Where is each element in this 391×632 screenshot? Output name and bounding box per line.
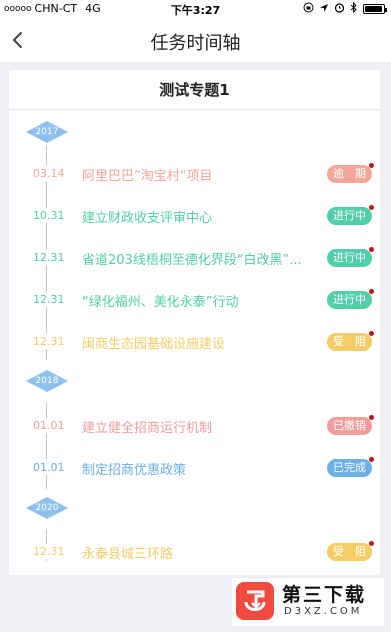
- year-label: 2020: [35, 503, 59, 513]
- unread-dot: [369, 415, 374, 420]
- item-title: 阿里巴巴”淘宝村“项目: [82, 169, 213, 184]
- status-badge: 逾 期: [327, 163, 374, 183]
- timeline-item[interactable]: 12.31 闽商生态园基础设施建设 受 阻: [9, 328, 380, 356]
- year-label: 2017: [35, 127, 59, 137]
- status-label: 受 阻: [333, 335, 366, 348]
- status-label: 受 阻: [333, 545, 366, 558]
- status-label: 进行中: [333, 251, 366, 264]
- timeline-item[interactable]: 03.14 阿里巴巴”淘宝村“项目 逾 期: [9, 160, 380, 188]
- status-badge: 受 阻: [327, 541, 374, 561]
- location-icon: [319, 3, 329, 16]
- year-marker: 2020: [26, 497, 68, 519]
- timeline-item[interactable]: 12.31 “绿化福州、美化永泰”行动 进行中: [9, 286, 380, 314]
- unread-dot: [369, 541, 374, 546]
- item-date: 12.31: [31, 292, 67, 307]
- item-date: 03.14: [31, 166, 67, 181]
- status-label: 已撤销: [333, 419, 366, 432]
- status-label: 进行中: [333, 209, 366, 222]
- alarm-icon: [334, 2, 345, 16]
- year-label: 2018: [35, 376, 59, 386]
- year-marker: 2018: [26, 370, 68, 392]
- unread-dot: [369, 247, 374, 252]
- item-title: 建立健全招商运行机制: [82, 421, 213, 436]
- status-badge: 进行中: [327, 289, 374, 309]
- timeline-item[interactable]: 10.31 建立财政收支评审中心 进行中: [9, 202, 380, 230]
- item-title: 永泰县城三环路: [82, 547, 174, 562]
- status-badge: 已撤销: [327, 415, 374, 435]
- timeline-item[interactable]: 12.31 永泰县城三环路 受 阻: [9, 538, 380, 566]
- item-title: 制定招商优惠政策: [82, 463, 187, 478]
- status-badge: 已完成: [327, 457, 374, 477]
- watermark-title: 第三下载: [282, 584, 367, 606]
- timeline-card: 测试专题1 2017 2018 2020 03.14 阿里巴巴”淘宝村“项目 逾…: [9, 70, 380, 575]
- item-title: 闽商生态园基础设施建设: [82, 337, 226, 352]
- card-title: 测试专题1: [9, 70, 380, 110]
- orientation-lock-icon: [303, 2, 314, 16]
- item-date: 01.01: [31, 418, 67, 433]
- unread-dot: [369, 331, 374, 336]
- timeline-item[interactable]: 12.31 省道203线梧桐至德化界段“白改黑”... 进行中: [9, 244, 380, 272]
- nav-bar: 任务时间轴: [0, 18, 391, 62]
- unread-dot: [369, 289, 374, 294]
- status-label: 逾 期: [333, 167, 366, 180]
- item-date: 12.31: [31, 250, 67, 265]
- status-badge: 受 阻: [327, 331, 374, 351]
- status-badge: 进行中: [327, 205, 374, 225]
- watermark: 第三下载 D3XZ.COM: [232, 578, 384, 626]
- item-date: 10.31: [31, 208, 67, 223]
- download-logo-icon: [236, 582, 274, 620]
- status-bar: ooooo CHN-CT 4G 下午3:27: [0, 0, 391, 18]
- timeline: 2017 2018 2020 03.14 阿里巴巴”淘宝村“项目 逾 期 10.…: [9, 111, 380, 571]
- unread-dot: [369, 205, 374, 210]
- page-title: 任务时间轴: [150, 33, 241, 54]
- item-date: 12.31: [31, 334, 67, 349]
- item-date: 12.31: [31, 544, 67, 559]
- unread-dot: [369, 163, 374, 168]
- timeline-item[interactable]: 01.01 建立健全招商运行机制 已撤销: [9, 412, 380, 440]
- item-title: “绿化福州、美化永泰”行动: [82, 295, 239, 310]
- bluetooth-icon: [350, 1, 358, 16]
- battery-icon: [363, 4, 387, 14]
- status-label: 已完成: [333, 461, 366, 474]
- year-marker: 2017: [26, 121, 68, 143]
- unread-dot: [369, 457, 374, 462]
- status-label: 进行中: [333, 293, 366, 306]
- item-date: 01.01: [31, 460, 67, 475]
- item-title: 省道203线梧桐至德化界段“白改黑”...: [82, 253, 302, 268]
- timeline-item[interactable]: 01.01 制定招商优惠政策 已完成: [9, 454, 380, 482]
- status-badge: 进行中: [327, 247, 374, 267]
- item-title: 建立财政收支评审中心: [82, 211, 213, 226]
- watermark-domain: D3XZ.COM: [284, 606, 363, 617]
